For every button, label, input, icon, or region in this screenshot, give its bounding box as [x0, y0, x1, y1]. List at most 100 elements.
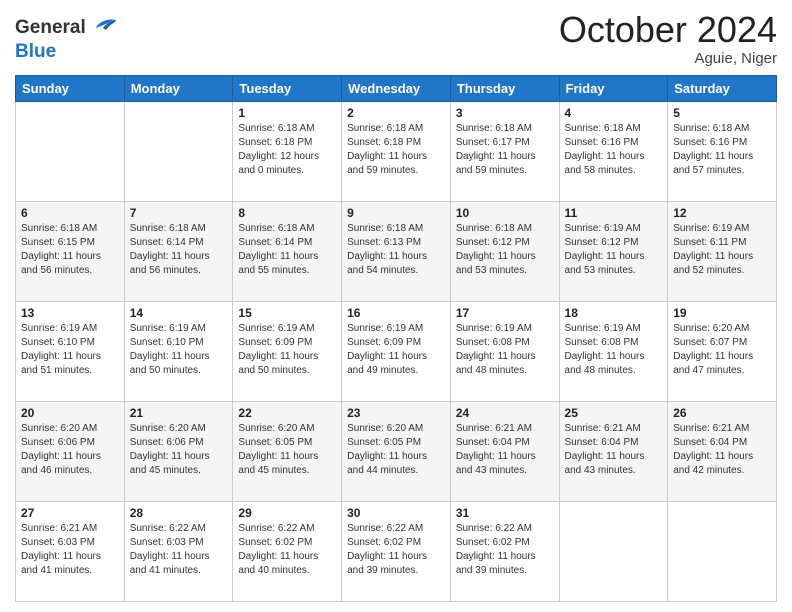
- day-number: 7: [130, 206, 228, 220]
- day-number: 30: [347, 506, 445, 520]
- day-info: Sunrise: 6:18 AM Sunset: 6:14 PM Dayligh…: [130, 222, 228, 278]
- day-info: Sunrise: 6:19 AM Sunset: 6:08 PM Dayligh…: [565, 322, 663, 378]
- location: Aguie, Niger: [559, 50, 777, 67]
- day-number: 17: [456, 306, 554, 320]
- day-number: 8: [238, 206, 336, 220]
- day-info: Sunrise: 6:21 AM Sunset: 6:03 PM Dayligh…: [21, 522, 119, 578]
- day-info: Sunrise: 6:22 AM Sunset: 6:03 PM Dayligh…: [130, 522, 228, 578]
- day-info: Sunrise: 6:19 AM Sunset: 6:12 PM Dayligh…: [565, 222, 663, 278]
- day-number: 27: [21, 506, 119, 520]
- calendar-cell: 18Sunrise: 6:19 AM Sunset: 6:08 PM Dayli…: [559, 301, 668, 401]
- week-row-1: 1 Sunrise: 6:18 AM Sunset: 6:18 PM Daylig…: [16, 101, 777, 201]
- day-number: 3: [456, 106, 554, 120]
- day-info: Sunrise: 6:22 AM Sunset: 6:02 PM Dayligh…: [238, 522, 336, 578]
- calendar-cell: 23Sunrise: 6:20 AM Sunset: 6:05 PM Dayli…: [342, 401, 451, 501]
- logo-blue: Blue: [15, 42, 118, 63]
- day-info: Sunrise: 6:21 AM Sunset: 6:04 PM Dayligh…: [456, 422, 554, 478]
- day-number: 6: [21, 206, 119, 220]
- day-number: 10: [456, 206, 554, 220]
- header: General Blue October 2024 Aguie, Niger: [15, 10, 777, 67]
- weekday-header-thursday: Thursday: [450, 75, 559, 101]
- calendar-cell: 7 Sunrise: 6:18 AM Sunset: 6:14 PM Daylig…: [124, 201, 233, 301]
- calendar-cell: 24 Sunrise: 6:21 AM Sunset: 6:04 PM Dayli…: [450, 401, 559, 501]
- calendar-cell: 14 Sunrise: 6:19 AM Sunset: 6:10 PM Dayli…: [124, 301, 233, 401]
- day-number: 14: [130, 306, 228, 320]
- day-info: Sunrise: 6:22 AM Sunset: 6:02 PM Dayligh…: [347, 522, 445, 578]
- calendar-cell: [16, 101, 125, 201]
- day-info: Sunrise: 6:18 AM Sunset: 6:16 PM Dayligh…: [565, 122, 663, 178]
- calendar-cell: 5Sunrise: 6:18 AM Sunset: 6:16 PM Daylig…: [668, 101, 777, 201]
- day-info: Sunrise: 6:19 AM Sunset: 6:10 PM Dayligh…: [130, 322, 228, 378]
- calendar-cell: 16 Sunrise: 6:19 AM Sunset: 6:09 PM Dayli…: [342, 301, 451, 401]
- day-number: 13: [21, 306, 119, 320]
- day-info: Sunrise: 6:18 AM Sunset: 6:12 PM Dayligh…: [456, 222, 554, 278]
- day-number: 11: [565, 206, 663, 220]
- day-info: Sunrise: 6:20 AM Sunset: 6:06 PM Dayligh…: [21, 422, 119, 478]
- calendar-cell: 15Sunrise: 6:19 AM Sunset: 6:09 PM Dayli…: [233, 301, 342, 401]
- weekday-header-tuesday: Tuesday: [233, 75, 342, 101]
- week-row-3: 13 Sunrise: 6:19 AM Sunset: 6:10 PM Dayli…: [16, 301, 777, 401]
- day-number: 20: [21, 406, 119, 420]
- logo: General Blue: [15, 14, 118, 63]
- calendar-cell: 1 Sunrise: 6:18 AM Sunset: 6:18 PM Daylig…: [233, 101, 342, 201]
- calendar-table: SundayMondayTuesdayWednesdayThursdayFrid…: [15, 75, 777, 602]
- weekday-header-wednesday: Wednesday: [342, 75, 451, 101]
- weekday-header-row: SundayMondayTuesdayWednesdayThursdayFrid…: [16, 75, 777, 101]
- logo-bird-icon: [88, 14, 118, 42]
- day-info: Sunrise: 6:19 AM Sunset: 6:11 PM Dayligh…: [673, 222, 771, 278]
- day-info: Sunrise: 6:18 AM Sunset: 6:14 PM Dayligh…: [238, 222, 336, 278]
- day-number: 26: [673, 406, 771, 420]
- day-number: 9: [347, 206, 445, 220]
- day-info: Sunrise: 6:18 AM Sunset: 6:18 PM Dayligh…: [238, 122, 336, 178]
- weekday-header-monday: Monday: [124, 75, 233, 101]
- week-row-5: 27 Sunrise: 6:21 AM Sunset: 6:03 PM Dayli…: [16, 501, 777, 601]
- calendar-cell: 31 Sunrise: 6:22 AM Sunset: 6:02 PM Dayli…: [450, 501, 559, 601]
- day-number: 21: [130, 406, 228, 420]
- day-info: Sunrise: 6:20 AM Sunset: 6:07 PM Dayligh…: [673, 322, 771, 378]
- day-number: 19: [673, 306, 771, 320]
- week-row-4: 20 Sunrise: 6:20 AM Sunset: 6:06 PM Dayli…: [16, 401, 777, 501]
- day-info: Sunrise: 6:18 AM Sunset: 6:13 PM Dayligh…: [347, 222, 445, 278]
- day-info: Sunrise: 6:19 AM Sunset: 6:10 PM Dayligh…: [21, 322, 119, 378]
- day-number: 24: [456, 406, 554, 420]
- calendar-cell: 25 Sunrise: 6:21 AM Sunset: 6:04 PM Dayli…: [559, 401, 668, 501]
- day-number: 31: [456, 506, 554, 520]
- day-number: 5: [673, 106, 771, 120]
- calendar-cell: 8 Sunrise: 6:18 AM Sunset: 6:14 PM Daylig…: [233, 201, 342, 301]
- day-number: 16: [347, 306, 445, 320]
- day-number: 4: [565, 106, 663, 120]
- calendar-cell: 2Sunrise: 6:18 AM Sunset: 6:18 PM Daylig…: [342, 101, 451, 201]
- calendar-cell: 3 Sunrise: 6:18 AM Sunset: 6:17 PM Daylig…: [450, 101, 559, 201]
- weekday-header-sunday: Sunday: [16, 75, 125, 101]
- calendar-cell: 22Sunrise: 6:20 AM Sunset: 6:05 PM Dayli…: [233, 401, 342, 501]
- day-number: 25: [565, 406, 663, 420]
- calendar-cell: [668, 501, 777, 601]
- weekday-header-saturday: Saturday: [668, 75, 777, 101]
- calendar-cell: 30 Sunrise: 6:22 AM Sunset: 6:02 PM Dayli…: [342, 501, 451, 601]
- day-info: Sunrise: 6:20 AM Sunset: 6:06 PM Dayligh…: [130, 422, 228, 478]
- title-block: October 2024 Aguie, Niger: [559, 10, 777, 67]
- calendar-cell: 6Sunrise: 6:18 AM Sunset: 6:15 PM Daylig…: [16, 201, 125, 301]
- calendar-cell: 19 Sunrise: 6:20 AM Sunset: 6:07 PM Dayli…: [668, 301, 777, 401]
- day-number: 12: [673, 206, 771, 220]
- calendar-cell: 11 Sunrise: 6:19 AM Sunset: 6:12 PM Dayli…: [559, 201, 668, 301]
- day-info: Sunrise: 6:20 AM Sunset: 6:05 PM Dayligh…: [347, 422, 445, 478]
- day-info: Sunrise: 6:18 AM Sunset: 6:17 PM Dayligh…: [456, 122, 554, 178]
- day-info: Sunrise: 6:19 AM Sunset: 6:09 PM Dayligh…: [238, 322, 336, 378]
- calendar-cell: 21 Sunrise: 6:20 AM Sunset: 6:06 PM Dayli…: [124, 401, 233, 501]
- calendar-cell: 26 Sunrise: 6:21 AM Sunset: 6:04 PM Dayli…: [668, 401, 777, 501]
- calendar-cell: 13 Sunrise: 6:19 AM Sunset: 6:10 PM Dayli…: [16, 301, 125, 401]
- day-info: Sunrise: 6:21 AM Sunset: 6:04 PM Dayligh…: [673, 422, 771, 478]
- weekday-header-friday: Friday: [559, 75, 668, 101]
- day-number: 1: [238, 106, 336, 120]
- day-info: Sunrise: 6:19 AM Sunset: 6:09 PM Dayligh…: [347, 322, 445, 378]
- calendar-cell: 28 Sunrise: 6:22 AM Sunset: 6:03 PM Dayli…: [124, 501, 233, 601]
- week-row-2: 6Sunrise: 6:18 AM Sunset: 6:15 PM Daylig…: [16, 201, 777, 301]
- day-info: Sunrise: 6:19 AM Sunset: 6:08 PM Dayligh…: [456, 322, 554, 378]
- logo-general: General: [15, 18, 86, 39]
- calendar-cell: 9 Sunrise: 6:18 AM Sunset: 6:13 PM Daylig…: [342, 201, 451, 301]
- day-info: Sunrise: 6:21 AM Sunset: 6:04 PM Dayligh…: [565, 422, 663, 478]
- day-number: 28: [130, 506, 228, 520]
- day-info: Sunrise: 6:22 AM Sunset: 6:02 PM Dayligh…: [456, 522, 554, 578]
- day-info: Sunrise: 6:18 AM Sunset: 6:18 PM Dayligh…: [347, 122, 445, 178]
